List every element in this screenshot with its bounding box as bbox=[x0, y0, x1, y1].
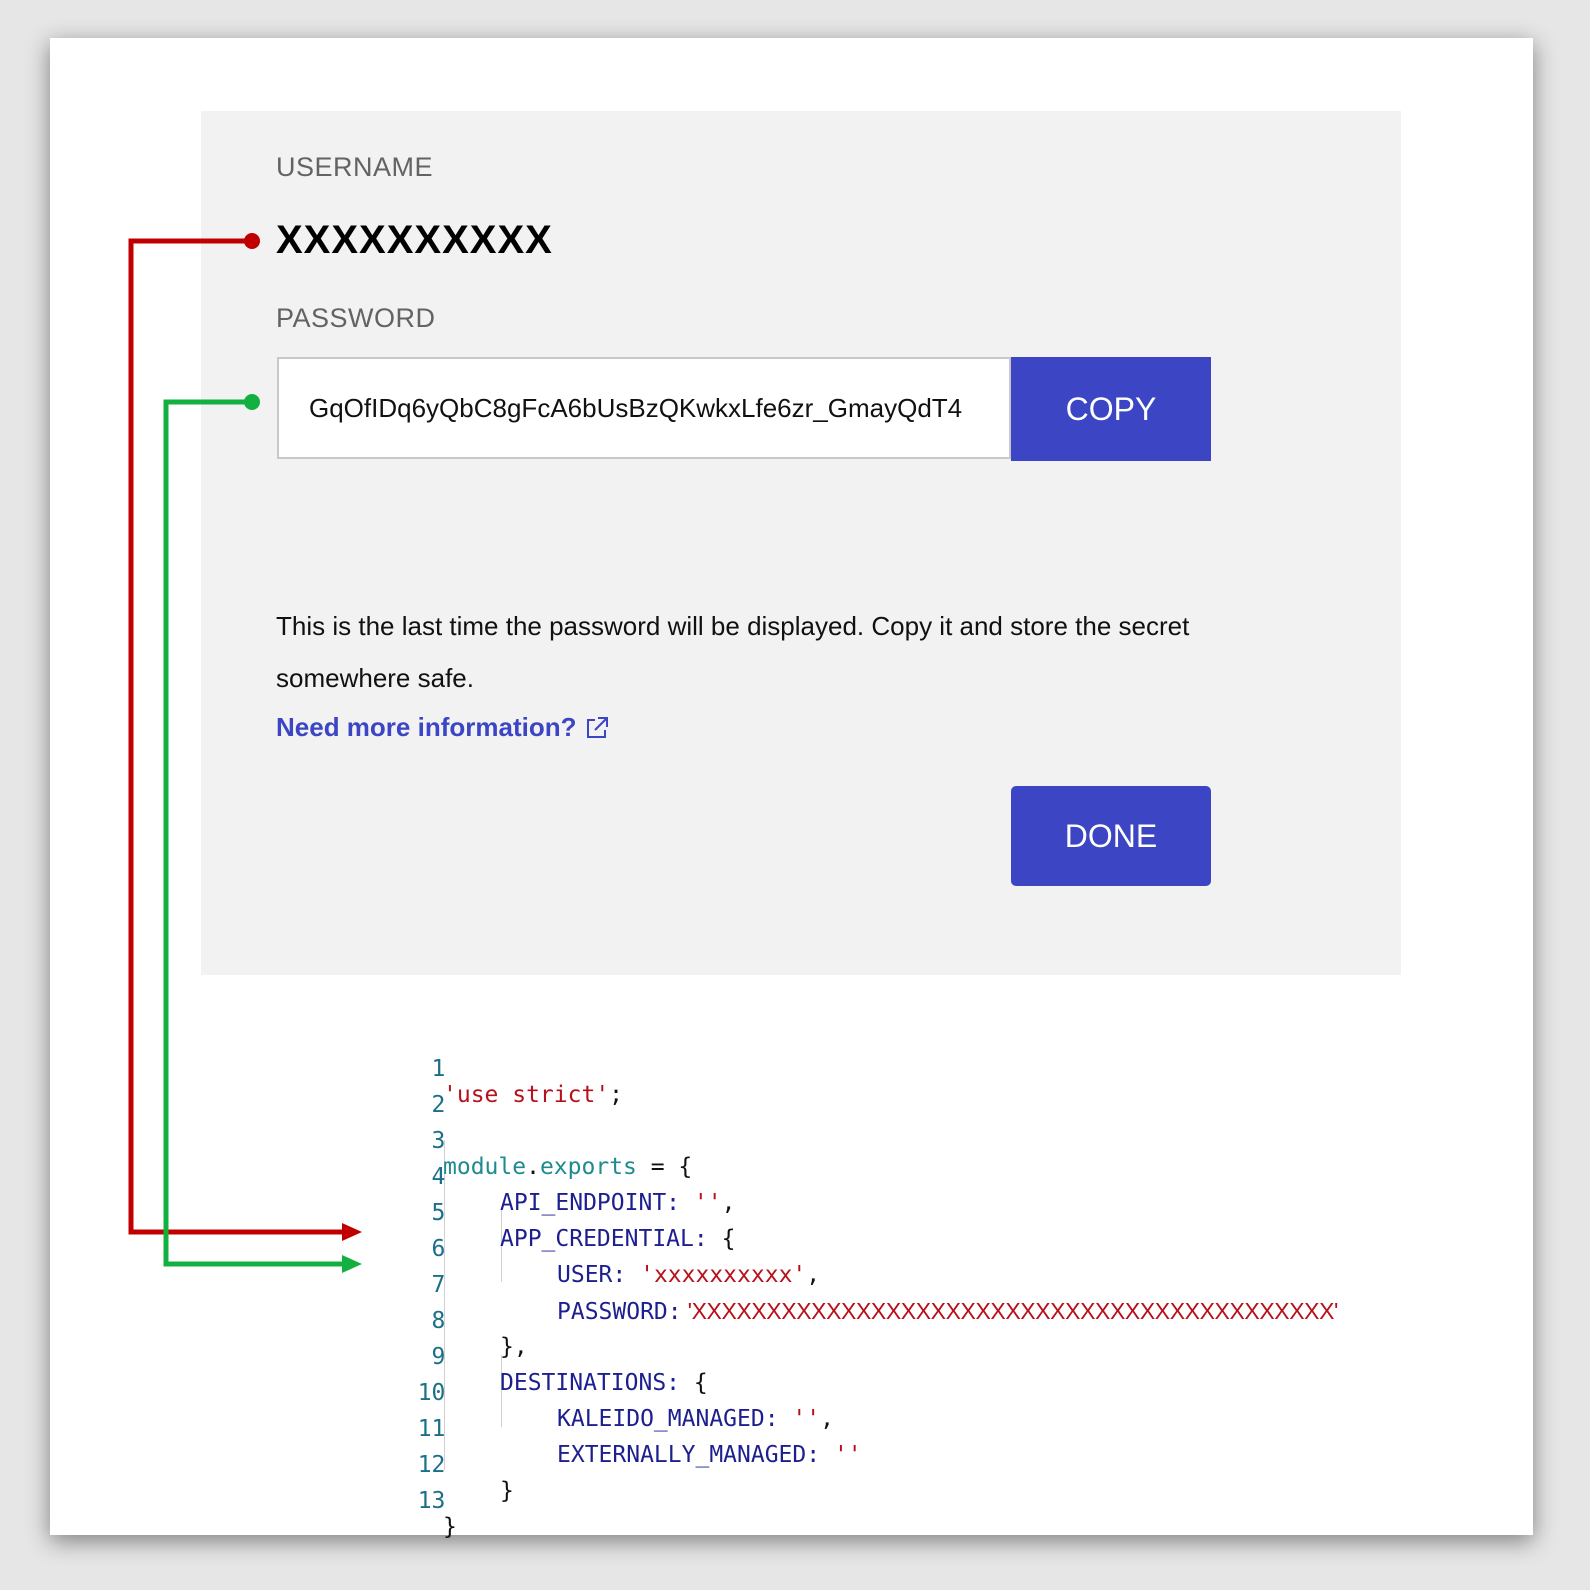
password-arrow bbox=[163, 394, 362, 1273]
annotation-arrows bbox=[128, 233, 362, 1273]
